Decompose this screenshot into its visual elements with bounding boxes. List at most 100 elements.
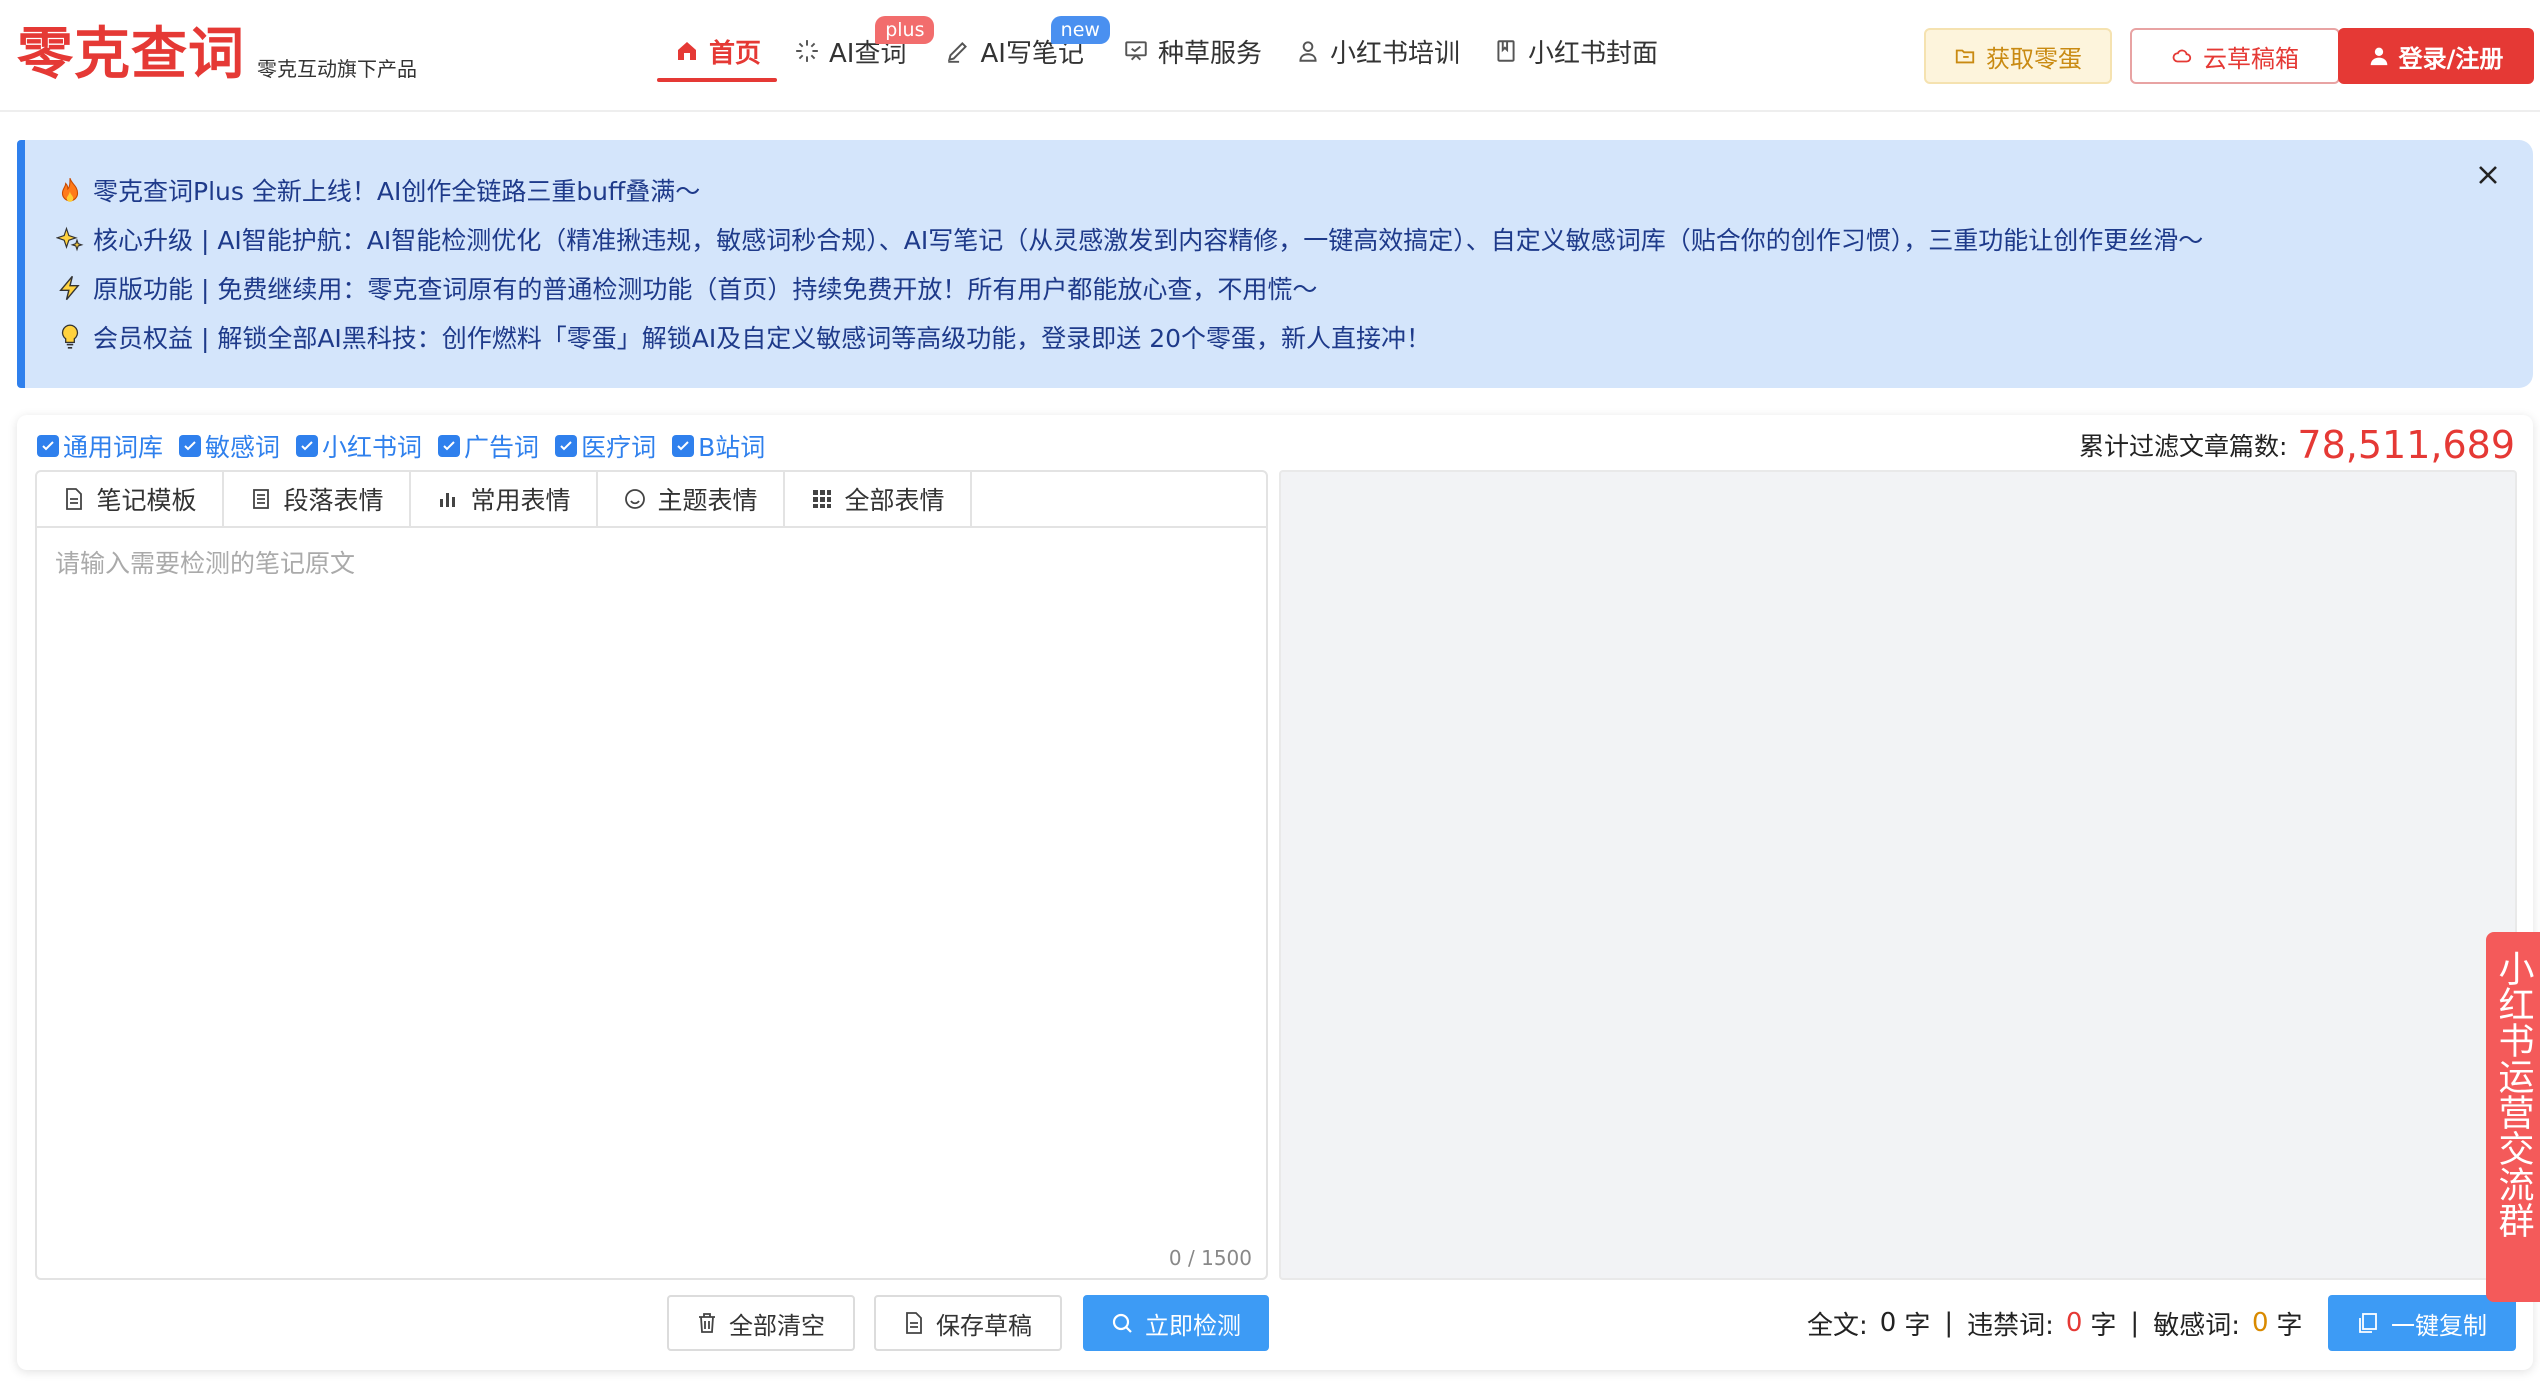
filter-label: 通用词库 (63, 433, 164, 462)
notice-line: 核心升级 | AI智能护航：AI智能检测优化（精准揪违规，敏感词秒合规）、AI写… (55, 219, 2203, 259)
bar-chart-icon (436, 487, 460, 511)
user-icon (1294, 37, 1322, 65)
filter-sensitive[interactable]: 敏感词 (179, 428, 280, 464)
filter-medical[interactable]: 医疗词 (555, 428, 656, 464)
filter-ads[interactable]: 广告词 (438, 428, 539, 464)
bulb-icon (55, 322, 85, 352)
stats-separator: | (1944, 1308, 1954, 1338)
checkbox-checked-icon[interactable] (179, 435, 202, 457)
filter-label: 敏感词 (205, 433, 281, 462)
unit-label: 字 (2090, 1310, 2117, 1341)
notice-line: 会员权益 | 解锁全部AI黑科技：创作燃料「零蛋」解锁AI及自定义敏感词等高级功… (55, 317, 1431, 357)
nav-home[interactable]: 首页 (657, 20, 778, 82)
cloud-drafts-label: 云草稿箱 (2203, 44, 2299, 73)
filter-general[interactable]: 通用词库 (37, 428, 163, 464)
tab-common-emoji[interactable]: 常用表情 (411, 472, 598, 526)
checkbox-checked-icon[interactable] (438, 435, 461, 457)
tab-label: 常用表情 (470, 486, 571, 515)
nav-training[interactable]: 小红书培训 (1278, 20, 1476, 82)
login-label: 登录/注册 (2398, 44, 2504, 73)
tab-note-template[interactable]: 笔记模板 (37, 472, 224, 526)
grid-icon (810, 487, 834, 511)
filter-label: 广告词 (464, 433, 540, 462)
total-label: 全文: (1807, 1310, 1868, 1341)
check-label: 立即检测 (1145, 1311, 1241, 1340)
tab-label: 全部表情 (844, 486, 945, 515)
result-panel (1279, 470, 2517, 1280)
stats-separator: | (2130, 1308, 2140, 1338)
note-input[interactable] (37, 530, 1266, 1278)
cloud-icon (2171, 45, 2193, 67)
nav-cover-label: 小红书封面 (1527, 38, 1658, 69)
community-group-tab[interactable]: 小红书运营交流群 (2486, 932, 2540, 1302)
logo[interactable]: 零克查词 零克互动旗下产品 (17, 20, 417, 90)
nav-ai-check[interactable]: AI查词 plus (777, 16, 935, 82)
logo-text[interactable]: 零克查词 (17, 20, 245, 90)
tab-label: 段落表情 (283, 486, 384, 515)
checkbox-checked-icon[interactable] (555, 435, 578, 457)
search-icon (1111, 1312, 1133, 1334)
filter-label: 医疗词 (581, 433, 657, 462)
clear-all-button[interactable]: 全部清空 (667, 1295, 855, 1351)
copy-all-button[interactable]: 一键复制 (2328, 1295, 2516, 1351)
smile-icon (623, 487, 647, 511)
nav-seeding-label: 种草服务 (1157, 38, 1262, 69)
home-icon (673, 37, 701, 65)
copy-icon (2357, 1312, 2379, 1334)
notice-text: 零克查词Plus 全新上线！AI创作全链路三重buff叠满～ (93, 177, 701, 206)
list-icon (249, 487, 273, 511)
tab-label: 笔记模板 (96, 486, 197, 515)
emoji-tabs: 笔记模板 段落表情 常用表情 主题表情 全部表情 (37, 472, 1266, 528)
login-button[interactable]: 登录/注册 (2338, 28, 2534, 84)
banned-value: 0 (2065, 1308, 2083, 1338)
checkbox-checked-icon[interactable] (37, 435, 59, 457)
new-badge: new (1050, 16, 1110, 44)
notice-line: 原版功能 | 免费继续用：零克查词原有的普通检测功能（首页）持续免费开放！所有用… (55, 268, 1317, 308)
nav-ai-write[interactable]: AI写笔记 new (928, 16, 1110, 82)
filter-bilibili[interactable]: B站词 (672, 428, 765, 464)
sensitive-value: 0 (2251, 1308, 2269, 1338)
checker-panel: 通用词库 敏感词 小红书词 广告词 医疗词 B站词 累计过滤文章篇数: 78,5… (17, 415, 2533, 1370)
person-icon (2369, 46, 2389, 66)
notice-line: 零克查词Plus 全新上线！AI创作全链路三重buff叠满～ (55, 170, 700, 210)
dictionary-filters: 通用词库 敏感词 小红书词 广告词 医疗词 B站词 (37, 428, 781, 464)
filter-label: 小红书词 (322, 433, 423, 462)
sparkle-icon (793, 37, 821, 65)
checkbox-checked-icon[interactable] (672, 435, 695, 457)
counter-label: 累计过滤文章篇数: (2078, 432, 2288, 461)
sparkles-icon (55, 224, 85, 254)
board-icon (1122, 37, 1150, 65)
fire-icon (55, 175, 85, 205)
nav-seeding[interactable]: 种草服务 (1106, 20, 1278, 82)
tab-all-emoji[interactable]: 全部表情 (785, 472, 972, 526)
counter-value: 78,511,689 (2297, 423, 2515, 467)
pen-icon (944, 37, 972, 65)
checkbox-checked-icon[interactable] (296, 435, 319, 457)
cloud-drafts-button[interactable]: 云草稿箱 (2130, 28, 2340, 84)
tab-theme-emoji[interactable]: 主题表情 (598, 472, 785, 526)
check-now-button[interactable]: 立即检测 (1083, 1295, 1269, 1351)
clear-label: 全部清空 (729, 1311, 825, 1340)
save-draft-button[interactable]: 保存草稿 (874, 1295, 1062, 1351)
top-header: 零克查词 零克互动旗下产品 首页 AI查词 plus AI写笔记 new 种草服… (0, 0, 2540, 112)
sensitive-label: 敏感词: (2153, 1310, 2240, 1341)
unit-label: 字 (1904, 1310, 1931, 1341)
nav-training-label: 小红书培训 (1329, 38, 1460, 69)
unit-label: 字 (2276, 1310, 2303, 1341)
filter-xiaohongshu[interactable]: 小红书词 (296, 428, 422, 464)
get-eggs-button[interactable]: 获取零蛋 (1924, 28, 2112, 84)
filtered-counter: 累计过滤文章篇数: 78,511,689 (2079, 423, 2515, 467)
get-eggs-label: 获取零蛋 (1986, 44, 2082, 73)
plus-badge: plus (875, 16, 935, 44)
close-icon (2476, 163, 2500, 191)
save-label: 保存草稿 (936, 1311, 1032, 1340)
tab-label: 主题表情 (657, 486, 758, 515)
notice-text: 原版功能 | 免费继续用：零克查词原有的普通检测功能（首页）持续免费开放！所有用… (93, 275, 1318, 304)
nav-cover[interactable]: 小红书封面 (1476, 20, 1674, 82)
nav-home-label: 首页 (709, 38, 762, 69)
lightning-icon (55, 273, 85, 303)
main-nav: 首页 AI查词 plus AI写笔记 new 种草服务 小红书培训 小红书封面 (657, 16, 1674, 82)
tab-paragraph-emoji[interactable]: 段落表情 (224, 472, 411, 526)
notice-text: 会员权益 | 解锁全部AI黑科技：创作燃料「零蛋」解锁AI及自定义敏感词等高级功… (93, 324, 1432, 353)
close-notice-button[interactable] (2471, 160, 2505, 194)
